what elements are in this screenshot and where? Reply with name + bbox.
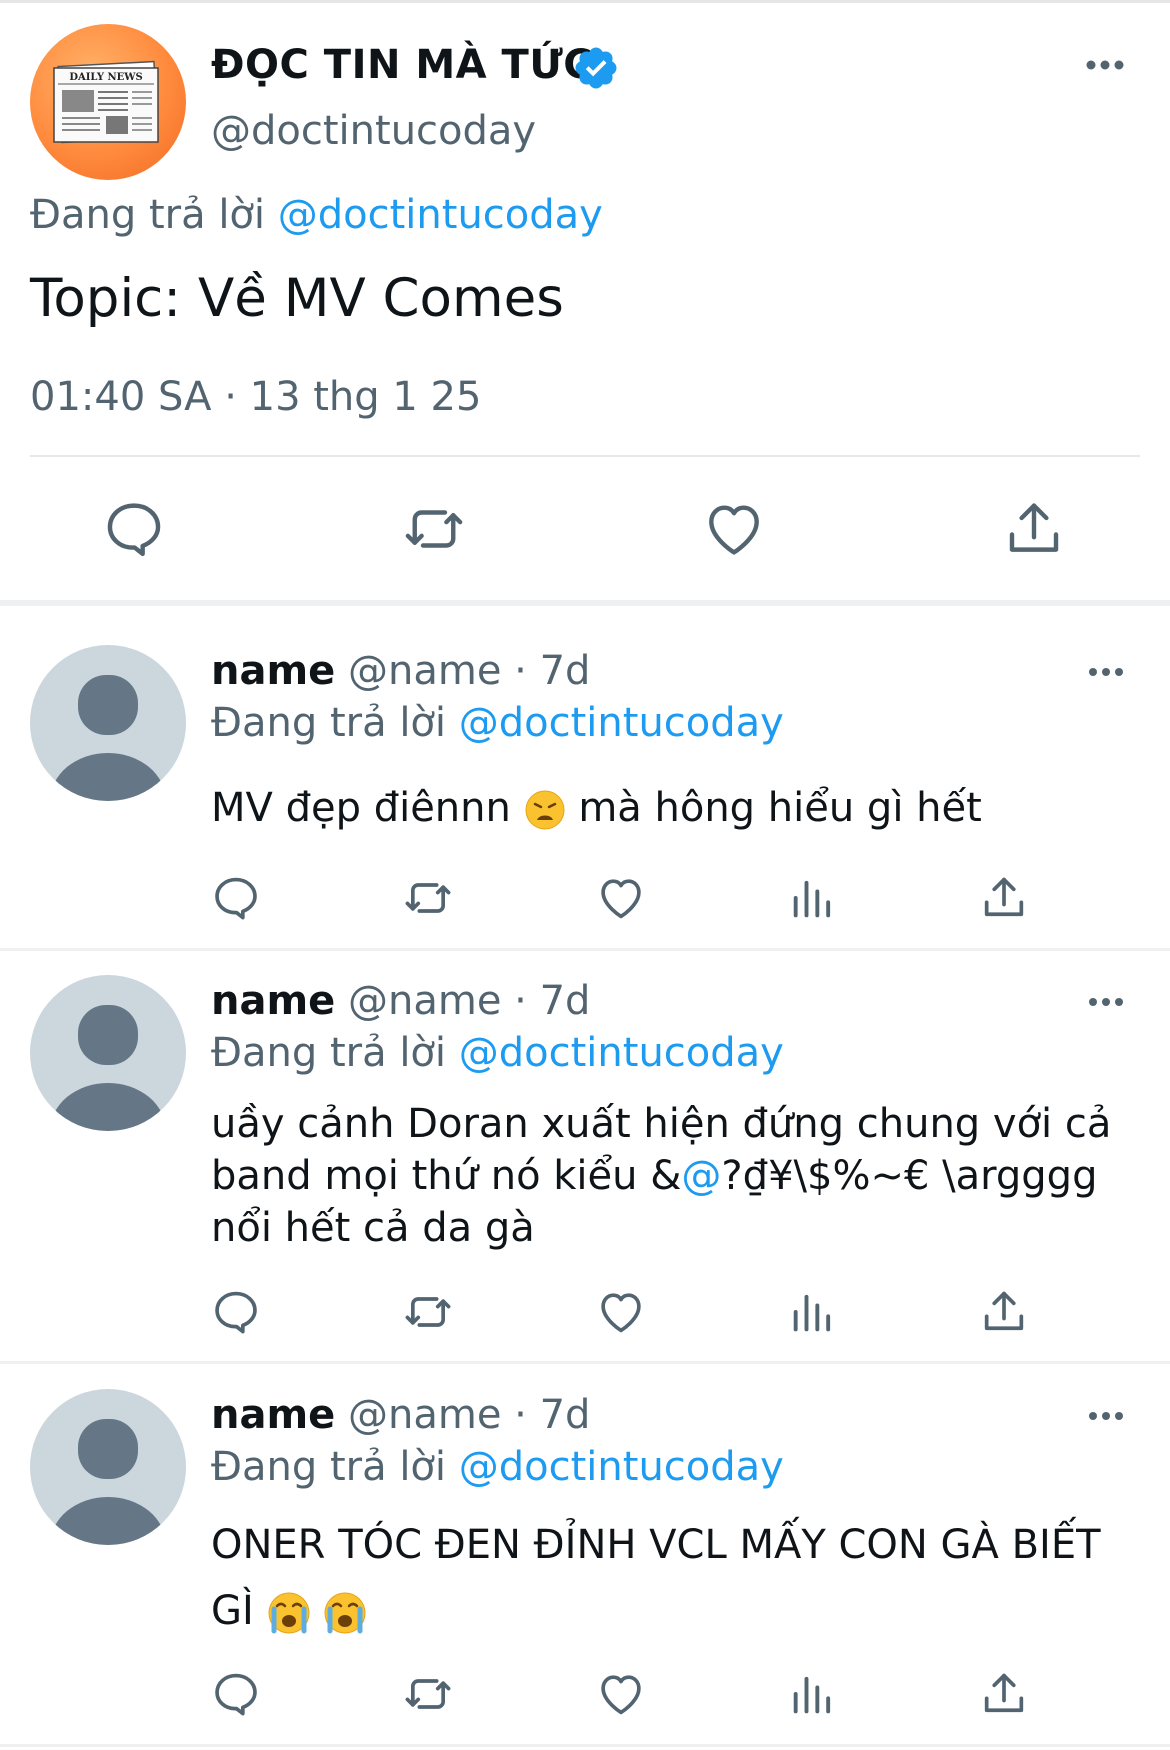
tweet-text: Topic: Về MV Comes <box>30 268 564 329</box>
reply-icon[interactable] <box>210 1668 262 1720</box>
reply-separator <box>0 1744 1170 1747</box>
avatar-label: DAILY NEWS <box>69 72 142 83</box>
views-icon[interactable] <box>787 872 839 924</box>
more-options-icon[interactable] <box>1088 996 1124 1008</box>
replying-to-mention[interactable]: @doctintucoday <box>459 1030 784 1076</box>
replying-to-line: Đang trả lời @doctintucoday <box>211 1444 784 1490</box>
views-icon[interactable] <box>787 1286 839 1338</box>
reply-text-part: mà hông hiểu gì hết <box>578 785 982 831</box>
like-icon[interactable] <box>595 1286 647 1338</box>
reply-handle-time: @name · 7d <box>348 1392 591 1438</box>
share-icon[interactable] <box>978 1286 1030 1338</box>
reply-icon[interactable] <box>210 1286 262 1338</box>
replying-to-label: Đang trả lời <box>211 1030 447 1076</box>
like-icon[interactable] <box>595 872 647 924</box>
replying-to-label: Đang trả lời <box>211 700 447 746</box>
replying-to-mention[interactable]: @doctintucoday <box>278 192 603 238</box>
share-icon[interactable] <box>978 872 1030 924</box>
retweet-icon[interactable] <box>402 1286 454 1338</box>
divider <box>30 455 1140 457</box>
reply-author-name[interactable]: name <box>211 648 335 694</box>
loudly-crying-face-emoji-icon <box>323 1591 367 1635</box>
main-tweet: DAILY NEWS ĐỌC TIN MÀ TỨC @doctintucoday <box>0 0 1170 600</box>
replying-to-label: Đang trả lời <box>30 192 266 238</box>
inline-mention[interactable]: @ <box>681 1153 721 1199</box>
replying-to-line: Đang trả lời @doctintucoday <box>211 1030 784 1076</box>
reply-text: ONER TÓC ĐEN ĐỈNH VCL MẤY CON GÀ BIẾT GÌ <box>211 1512 1121 1644</box>
default-avatar-icon <box>50 1419 166 1545</box>
replying-to-mention[interactable]: @doctintucoday <box>459 1444 784 1490</box>
default-avatar-icon <box>50 1005 166 1131</box>
share-icon[interactable] <box>1001 496 1067 562</box>
reply-icon[interactable] <box>101 496 167 562</box>
more-options-icon[interactable] <box>1088 666 1124 678</box>
more-options-icon[interactable] <box>1088 1410 1124 1422</box>
reply-separator <box>0 948 1170 951</box>
like-icon[interactable] <box>595 1668 647 1720</box>
retweet-icon[interactable] <box>401 496 467 562</box>
like-icon[interactable] <box>701 496 767 562</box>
views-icon[interactable] <box>787 1668 839 1720</box>
avatar[interactable] <box>30 1389 186 1545</box>
display-name[interactable]: ĐỌC TIN MÀ TỨC <box>211 42 593 88</box>
reply-header: name @name · 7d <box>211 1392 590 1438</box>
reply-author-name[interactable]: name <box>211 1392 335 1438</box>
default-avatar-icon <box>50 675 166 801</box>
avatar[interactable] <box>30 645 186 801</box>
reply-handle-time: @name · 7d <box>348 648 591 694</box>
reply-icon[interactable] <box>210 872 262 924</box>
replying-to-line: Đang trả lời @doctintucoday <box>211 700 784 746</box>
user-handle[interactable]: @doctintucoday <box>211 108 536 154</box>
reply-author-name[interactable]: name <box>211 978 335 1024</box>
reply-text: MV đẹp điênnn mà hông hiểu gì hết <box>211 782 1121 834</box>
more-options-icon[interactable] <box>1085 58 1125 72</box>
reply-separator <box>0 1361 1170 1364</box>
loudly-crying-face-emoji-icon <box>267 1591 311 1635</box>
avatar[interactable] <box>30 975 186 1131</box>
reply-header: name @name · 7d <box>211 978 590 1024</box>
newspaper-icon: DAILY NEWS <box>53 60 159 144</box>
replying-to-line: Đang trả lời @doctintucoday <box>30 192 603 238</box>
reply-header: name @name · 7d <box>211 648 590 694</box>
reply-text: uầy cảnh Doran xuất hiện đứng chung với … <box>211 1098 1121 1254</box>
replying-to-mention[interactable]: @doctintucoday <box>459 700 784 746</box>
retweet-icon[interactable] <box>402 1668 454 1720</box>
avatar-daily-news[interactable]: DAILY NEWS <box>30 24 186 180</box>
section-separator <box>0 600 1170 606</box>
reply-handle-time: @name · 7d <box>348 978 591 1024</box>
replying-to-label: Đang trả lời <box>211 1444 447 1490</box>
tweet-timestamp[interactable]: 01:40 SA · 13 thg 1 25 <box>30 374 481 420</box>
verified-badge-icon <box>572 44 620 92</box>
reply-text-part: MV đẹp điênnn <box>211 785 511 831</box>
retweet-icon[interactable] <box>402 872 454 924</box>
share-icon[interactable] <box>978 1668 1030 1720</box>
weary-face-emoji-icon <box>524 789 566 831</box>
